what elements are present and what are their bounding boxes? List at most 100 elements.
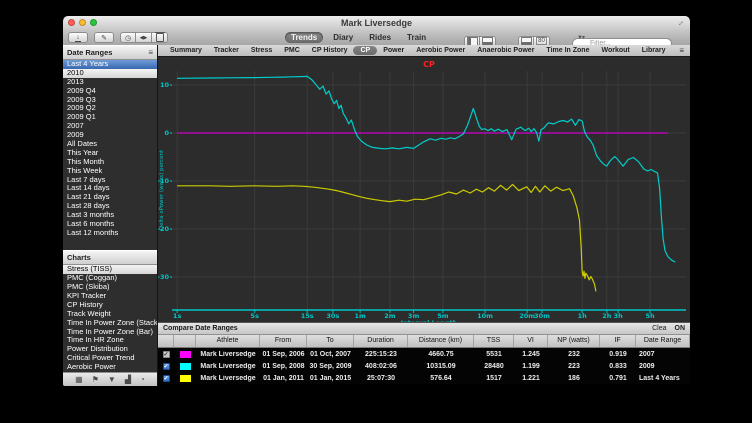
cell-range: 2009	[636, 363, 690, 370]
cell-vi: 1.245	[514, 351, 548, 358]
filter-icon[interactable]: ▼	[108, 373, 116, 386]
chart-tab-aerobic-power[interactable]: Aerobic Power	[410, 47, 471, 54]
chart-tab-time-in-zone[interactable]: Time In Zone	[540, 47, 595, 54]
svg-text:CP: CP	[423, 60, 435, 69]
clock-icon[interactable]: ◔	[140, 373, 145, 386]
svg-text:5s: 5s	[251, 312, 260, 320]
table-row: ✓ Mark Liversedge01 Jan, 201101 Jan, 2015…	[158, 372, 690, 384]
compare-column-if: IF	[600, 335, 636, 347]
compare-column-np-watts: NP (watts)	[548, 335, 600, 347]
compare-column-to: To	[307, 335, 354, 347]
split-icon: ◀▶	[140, 35, 148, 41]
cell-duration: 225:15:23	[354, 351, 408, 358]
chart-tab-anaerobic-power[interactable]: Anaerobic Power	[471, 47, 540, 54]
cell-to: 01 Jan, 2015	[307, 375, 354, 382]
stopwatch-button[interactable]: ◷	[120, 32, 136, 43]
compare-on-toggle[interactable]: ON	[675, 325, 686, 332]
swatch-cell	[174, 351, 196, 358]
compare-row-checkbox[interactable]: ✓	[163, 351, 170, 358]
date-range-item-last-12-months[interactable]: Last 12 months	[63, 229, 157, 238]
svg-text:1m: 1m	[354, 312, 366, 320]
chart-tab-summary[interactable]: Summary	[164, 47, 208, 54]
view-tab-train[interactable]: Train	[401, 32, 432, 43]
window-title: Mark Liversedge	[63, 18, 690, 28]
compare-column-duration: Duration	[354, 335, 408, 347]
cell-vi: 1.221	[514, 375, 548, 382]
clear-button[interactable]: Clea	[652, 325, 666, 332]
compare-header: Compare Date Ranges Clea ON	[158, 322, 690, 335]
cell-tss: 1517	[474, 375, 514, 382]
cell-np: 186	[548, 375, 600, 382]
svg-text:3h: 3h	[614, 312, 624, 320]
compare-row-checkbox[interactable]: ✓	[163, 363, 170, 370]
compare-column-from: From	[260, 335, 307, 347]
chart-tab-power[interactable]: Power	[377, 47, 410, 54]
bookmark-icon[interactable]: ⚑	[92, 373, 99, 386]
main-toolbar: ↓ ✎ ◷ ◀▶ TrendsDiaryRidesTrain 80 ▼▾	[63, 30, 690, 46]
tiled-style-icon: 80	[536, 37, 547, 45]
cell-if: 0.833	[600, 363, 636, 370]
svg-text:20m: 20m	[519, 312, 535, 320]
svg-text:Delta xPower (watts) percent: Delta xPower (watts) percent	[159, 149, 165, 230]
swatch-cell	[174, 363, 196, 370]
compare-column-distance-km: Distance (km)	[408, 335, 474, 347]
cell-athlete: Mark Liversedge	[196, 363, 260, 370]
cell-to: 01 Oct, 2007	[307, 351, 354, 358]
cell-tss: 5531	[474, 351, 514, 358]
checkbox-cell: ✓	[158, 363, 174, 370]
tool-group: ◷ ◀▶	[120, 32, 168, 43]
compare-row-checkbox[interactable]: ✓	[163, 375, 170, 382]
compare-table-body: ✓Mark Liversedge01 Sep, 200601 Oct, 2007…	[158, 348, 690, 384]
compare-column-blank-1	[174, 335, 196, 347]
svg-text:2m: 2m	[384, 312, 396, 320]
cell-from: 01 Jan, 2011	[260, 375, 307, 382]
view-tab-rides[interactable]: Rides	[363, 32, 397, 43]
svg-text:10: 10	[160, 81, 170, 89]
date-ranges-header: Date Ranges ≡	[63, 45, 157, 60]
toolbar-left: ↓ ✎ ◷ ◀▶	[68, 32, 168, 43]
checkbox-cell: ✓	[158, 375, 174, 382]
sidebar: Date Ranges ≡ Last 4 Years201020132009 Q…	[63, 45, 158, 386]
compare-title: Compare Date Ranges	[163, 325, 644, 332]
compare-pane: Compare Date Ranges Clea ON AthleteFromT…	[158, 322, 690, 386]
titlebar: Mark Liversedge ↔	[63, 16, 690, 31]
series-color-swatch	[180, 351, 191, 358]
checkbox-cell: ✓	[158, 351, 174, 358]
compare-column-blank-0	[158, 335, 174, 347]
cell-distance: 576.64	[408, 375, 474, 382]
cell-np: 232	[548, 351, 600, 358]
cell-from: 01 Sep, 2006	[260, 351, 307, 358]
svg-text:1h: 1h	[578, 312, 588, 320]
delete-button[interactable]	[152, 32, 168, 43]
chart-tab-pmc[interactable]: PMC	[278, 47, 306, 54]
compare-column-date-range: Date Range	[636, 335, 690, 347]
chart-tab-tracker[interactable]: Tracker	[208, 47, 245, 54]
app-window: Mark Liversedge ↔ ↓ ✎ ◷ ◀▶ Trends Diary Ri…	[63, 16, 690, 386]
compose-button[interactable]: ✎	[94, 32, 114, 43]
chart-tab-stress[interactable]: Stress	[245, 47, 278, 54]
cell-to: 30 Sep, 2009	[307, 363, 354, 370]
cell-athlete: Mark Liversedge	[196, 375, 260, 382]
stopwatch-icon: ◷	[125, 34, 131, 42]
chart-tab-workout[interactable]: Workout	[595, 47, 635, 54]
svg-text:1s: 1s	[173, 312, 182, 320]
chart-tabbar-menu-icon[interactable]: ≡	[679, 46, 684, 55]
cell-np: 223	[548, 363, 600, 370]
main-area: SummaryTrackerStressPMCCP HistoryCPPower…	[158, 45, 690, 386]
chart-item-aerobic-power[interactable]: Aerobic Power	[63, 363, 157, 372]
cell-if: 0.791	[600, 375, 636, 382]
calendar-icon[interactable]: ▦	[75, 373, 83, 386]
chart-tab-library[interactable]: Library	[636, 47, 672, 54]
download-button[interactable]: ↓	[68, 32, 88, 43]
compare-column-vi: VI	[514, 335, 548, 347]
chart-tab-cp[interactable]: CP	[353, 46, 377, 55]
hamburger-menu-icon[interactable]: ≡	[148, 48, 153, 57]
activity-icon[interactable]: ▟	[125, 373, 131, 386]
view-tab-trends[interactable]: Trends	[285, 32, 323, 43]
split-button[interactable]: ◀▶	[136, 32, 152, 43]
compare-column-athlete: Athlete	[196, 335, 260, 347]
cell-tss: 28480	[474, 363, 514, 370]
chart-tab-cp-history[interactable]: CP History	[306, 47, 354, 54]
view-tab-diary[interactable]: Diary	[327, 32, 359, 43]
view-tabs: Trends Diary Rides Train	[285, 32, 432, 43]
